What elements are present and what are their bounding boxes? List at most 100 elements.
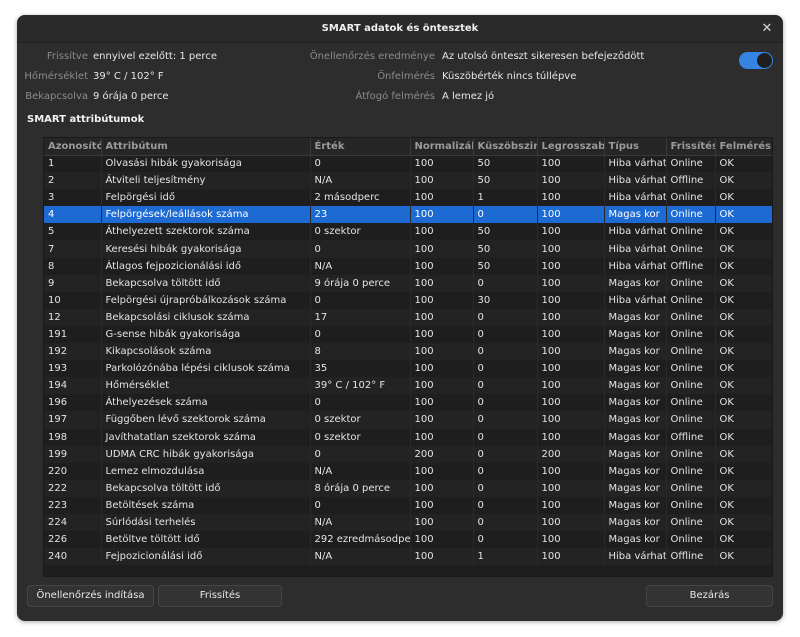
cell-updates: Online <box>666 155 716 173</box>
cell-normalized: 100 <box>410 548 474 566</box>
cell-attribute: Felpörgések/leállások száma <box>101 206 311 224</box>
cell-type: Magas kor <box>604 308 667 326</box>
col-header-threshold[interactable]: Küszöbszint <box>473 138 538 156</box>
col-header-updates[interactable]: Frissítés <box>666 138 716 156</box>
refreshed-value: ennyivel ezelőtt: 1 perce <box>93 51 217 62</box>
close-icon[interactable]: ✕ <box>759 21 775 37</box>
table-row[interactable]: 191 G-sense hibák gyakorisága 0 100 0 100 Maga… <box>44 325 772 344</box>
cell-normalized: 100 <box>410 308 474 326</box>
cell-normalized: 100 <box>410 360 474 378</box>
table-row[interactable]: 8 Átlagos fejpozicionálási idő N/A 100 50 100… <box>44 257 772 275</box>
cell-worst: 100 <box>537 240 605 258</box>
refresh-button[interactable]: Frissítés <box>158 585 282 607</box>
cell-worst: 100 <box>537 360 605 378</box>
table-row[interactable]: 222 Bekapcsolva töltött idő 8 órája 0 perc… <box>44 479 772 497</box>
smart-attributes-table[interactable]: Azonosító Attribútum Érték Normalizált K… <box>43 137 773 577</box>
start-selftest-button[interactable]: Önellenőrzés indítása <box>27 585 154 607</box>
cell-threshold: 50 <box>473 172 538 190</box>
cell-value: N/A <box>310 513 411 532</box>
cell-attribute: Olvasási hibák gyakorisága <box>101 155 311 173</box>
cell-id: 240 <box>44 548 102 566</box>
close-button[interactable]: Bezárás <box>646 585 773 607</box>
cell-type: Magas kor <box>604 513 667 532</box>
cell-worst: 100 <box>537 291 605 309</box>
table-row[interactable]: 9 Bekapcsolva töltött idő 9 órája 0 perce 1… <box>44 274 772 292</box>
cell-threshold: 0 <box>473 325 538 344</box>
cell-id: 9 <box>44 274 102 292</box>
table-body: 1 Olvasási hibák gyakorisága 0 100 50 100 Hiba… <box>44 155 772 566</box>
cell-type: Magas kor <box>604 377 667 395</box>
cell-attribute: Kikapcsolások száma <box>101 343 311 361</box>
table-row[interactable]: 223 Betöltések száma 0 100 0 100 Magas kor Onli… <box>44 496 772 514</box>
info-selfassessment: Önfelmérés Küszöbérték nincs túllépve <box>277 70 727 84</box>
table-row[interactable]: 240 Fejpozicionálási idő N/A 100 1 100 Hiba vá… <box>44 548 772 566</box>
cell-updates: Online <box>666 291 716 309</box>
col-header-type[interactable]: Típus <box>604 138 667 156</box>
table-row[interactable]: 10 Felpörgési újrapróbálkozások száma 0 100… <box>44 291 772 309</box>
col-header-assessment[interactable]: Felmérés <box>715 138 772 156</box>
table-row[interactable]: 3 Felpörgési idő 2 másodperc 100 1 100 Hiba vá… <box>44 189 772 207</box>
cell-threshold: 1 <box>473 548 538 566</box>
table-row[interactable]: 5 Áthelyezett szektorok száma 0 szektor 100… <box>44 223 772 241</box>
selfassessment-value: Küszöbérték nincs túllépve <box>442 71 577 82</box>
cell-assessment: OK <box>715 206 772 224</box>
table-row[interactable]: 193 Parkolózónába lépési ciklusok száma 35… <box>44 360 772 378</box>
cell-normalized: 100 <box>410 223 474 241</box>
cell-threshold: 1 <box>473 189 538 207</box>
cell-updates: Online <box>666 223 716 241</box>
col-header-value[interactable]: Érték <box>310 138 411 156</box>
table-row[interactable]: 7 Keresési hibák gyakorisága 0 100 50 100 Hiba… <box>44 240 772 258</box>
col-header-normalized[interactable]: Normalizált <box>410 138 474 156</box>
cell-threshold: 0 <box>473 343 538 361</box>
table-row[interactable]: 199 UDMA CRC hibák gyakorisága 0 200 0 200 Mag… <box>44 445 772 463</box>
cell-id: 3 <box>44 189 102 207</box>
cell-type: Magas kor <box>604 411 667 429</box>
overall-label: Átfogó felmérés <box>355 91 435 102</box>
cell-worst: 100 <box>537 394 605 412</box>
col-header-worst[interactable]: Legrosszabb <box>537 138 605 156</box>
refreshed-label: Frissítve <box>46 51 88 62</box>
table-row[interactable]: 4 Felpörgések/leállások száma 23 100 0 100 Mag… <box>44 206 772 224</box>
cell-value: 2 másodperc <box>310 189 411 207</box>
cell-id: 199 <box>44 445 102 463</box>
cell-updates: Online <box>666 513 716 532</box>
table-row[interactable]: 12 Bekapcsolási ciklusok száma 17 100 0 100 Ma… <box>44 308 772 326</box>
table-row[interactable]: 198 Javíthatatlan szektorok száma 0 szekto… <box>44 428 772 446</box>
table-row[interactable]: 220 Lemez elmozdulása N/A 100 0 100 Magas kor O… <box>44 462 772 480</box>
smart-enable-toggle[interactable] <box>739 52 773 69</box>
cell-id: 8 <box>44 257 102 275</box>
table-row[interactable]: 1 Olvasási hibák gyakorisága 0 100 50 100 Hiba… <box>44 155 772 173</box>
cell-id: 10 <box>44 291 102 309</box>
cell-attribute: Parkolózónába lépési ciklusok száma <box>101 360 311 378</box>
table-row[interactable]: 194 Hőmérséklet 39° C / 102° F 100 0 100 Magas… <box>44 377 772 395</box>
cell-assessment: OK <box>715 513 772 532</box>
table-row[interactable]: 2 Átviteli teljesítmény N/A 100 50 100 Hiba vá… <box>44 172 772 190</box>
table-row[interactable]: 196 Áthelyezések száma 0 100 0 100 Magas kor On… <box>44 394 772 412</box>
col-header-attribute[interactable]: Attribútum <box>101 138 311 156</box>
table-row[interactable]: 197 Függőben lévő szektorok száma 0 szekto… <box>44 411 772 429</box>
cell-normalized: 200 <box>410 445 474 463</box>
cell-updates: Offline <box>666 428 716 446</box>
cell-value: 0 szektor <box>310 223 411 241</box>
cell-threshold: 0 <box>473 479 538 497</box>
cell-threshold: 50 <box>473 223 538 241</box>
cell-threshold: 50 <box>473 155 538 173</box>
selftest-value: Az utolsó önteszt sikeresen befejeződött <box>442 51 645 62</box>
cell-updates: Online <box>666 462 716 480</box>
cell-value: 17 <box>310 308 411 326</box>
table-row[interactable]: 192 Kikapcsolások száma 8 100 0 100 Magas kor O… <box>44 343 772 361</box>
cell-updates: Online <box>666 360 716 378</box>
col-header-id[interactable]: Azonosító <box>44 138 102 156</box>
cell-updates: Offline <box>666 548 716 566</box>
cell-id: 197 <box>44 411 102 429</box>
cell-updates: Online <box>666 531 716 549</box>
cell-value: 39° C / 102° F <box>310 377 411 395</box>
table-row[interactable]: 226 Betöltve töltött idő 292 ezredmásodper… <box>44 531 772 549</box>
section-title: SMART attribútumok <box>27 114 145 125</box>
cell-assessment: OK <box>715 240 772 258</box>
selftest-label: Önellenőrzés eredménye <box>309 51 435 62</box>
cell-attribute: Betöltések száma <box>101 496 311 514</box>
cell-threshold: 50 <box>473 257 538 275</box>
table-row[interactable]: 224 Súrlódási terhelés N/A 100 0 100 Magas kor… <box>44 513 772 532</box>
cell-worst: 100 <box>537 428 605 446</box>
